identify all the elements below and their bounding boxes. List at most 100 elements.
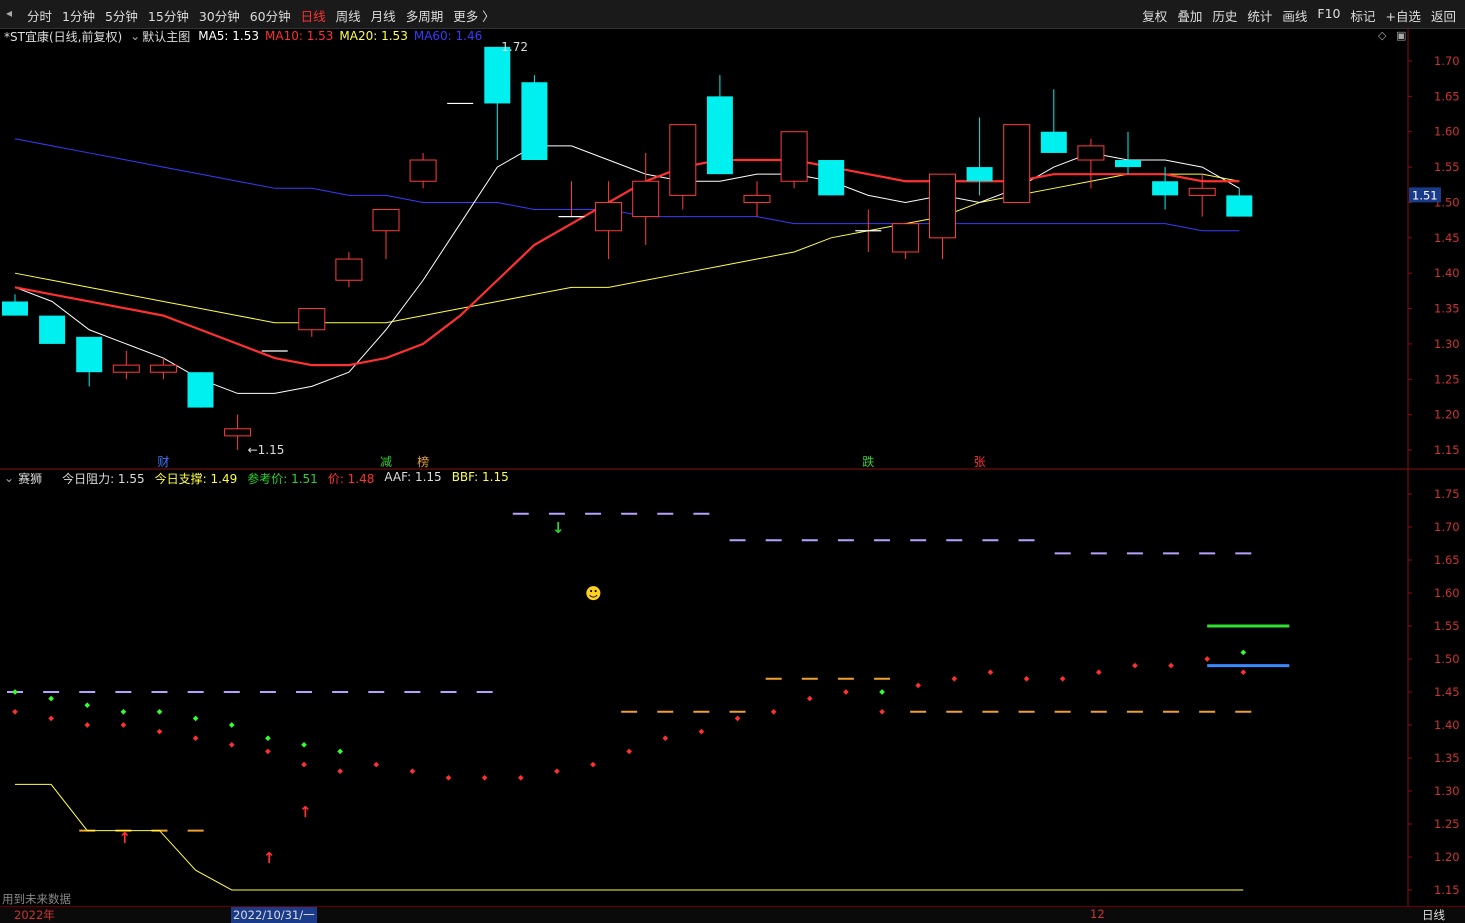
- indicator-chevron-icon[interactable]: ⌄: [4, 471, 14, 485]
- period-tab[interactable]: 分时: [22, 6, 57, 25]
- candle-body: [484, 46, 511, 104]
- y-tick-label: 1.25: [1434, 817, 1460, 831]
- ma10-line: [14, 158, 1240, 367]
- candle-body: [1040, 131, 1067, 153]
- period-tab[interactable]: 5分钟: [100, 6, 143, 25]
- diamond-icon[interactable]: ◇: [1378, 29, 1386, 42]
- tool-button[interactable]: 历史: [1207, 6, 1242, 25]
- y-tick-label: 1.65: [1434, 89, 1460, 103]
- red-dot: [120, 722, 127, 728]
- candle-body: [891, 223, 919, 253]
- period-tab[interactable]: 15分钟: [143, 6, 194, 25]
- candle-body: [1077, 145, 1105, 161]
- red-dot: [84, 722, 91, 728]
- candle-body: [1226, 195, 1253, 217]
- date-label-year: 2022年: [14, 908, 55, 922]
- y-tick-label: 1.65: [1434, 553, 1460, 567]
- red-dot: [806, 695, 813, 702]
- y-tick-label: 1.55: [1434, 619, 1460, 633]
- tool-button[interactable]: 复权: [1137, 6, 1172, 25]
- red-dot: [1204, 656, 1211, 662]
- tool-button[interactable]: F10: [1312, 6, 1345, 25]
- red-dot: [48, 715, 54, 722]
- red-dot: [156, 728, 163, 735]
- current-price-label: 1.51: [1412, 188, 1438, 202]
- red-dot: [517, 774, 524, 781]
- period-tab[interactable]: 周线: [331, 6, 366, 25]
- y-tick-label: 1.25: [1434, 372, 1460, 386]
- green-dot: [12, 689, 18, 695]
- tool-button[interactable]: 统计: [1242, 6, 1277, 25]
- red-dot: [301, 761, 307, 768]
- period-tab[interactable]: 1分钟: [57, 6, 100, 25]
- y-tick-label: 1.30: [1434, 337, 1460, 351]
- indicator-value: 今日支撑: 1.49: [154, 471, 238, 486]
- tool-button[interactable]: 叠加: [1172, 6, 1207, 25]
- tool-button[interactable]: +自选: [1381, 6, 1426, 25]
- kline-chart: 1.70 1.65 1.60 1.55 1.50 1.45 1.40 1.35 1.30 1.25…: [0, 28, 1465, 906]
- red-dot: [12, 708, 18, 715]
- event-tag: 减: [380, 455, 392, 469]
- y-tick-label: 1.35: [1434, 751, 1460, 765]
- green-dot: [879, 689, 885, 695]
- indicator-name[interactable]: 赛狮: [18, 470, 42, 487]
- green-dot: [120, 708, 127, 715]
- template-chevron-icon[interactable]: ⌄: [130, 29, 140, 43]
- green-dot: [337, 748, 343, 755]
- ma60-line: [14, 138, 1240, 232]
- low-label: ←1.15: [248, 443, 285, 457]
- y-tick-label: 1.15: [1434, 883, 1460, 897]
- y-tick-label: 1.20: [1434, 850, 1460, 864]
- candle-body: [780, 131, 808, 182]
- candle-body: [706, 96, 733, 175]
- y-tick-label: 1.70: [1434, 54, 1460, 68]
- period-tabs: 分时 1分钟 5分钟 15分钟 30分钟 60分钟 日线 周线 月线 多周期 更多 〉: [22, 6, 500, 25]
- period-tab[interactable]: 多周期: [401, 6, 449, 25]
- collapse-icon[interactable]: ▣: [1396, 29, 1406, 42]
- date-label-cursor: 2022/10/31/一: [231, 907, 317, 923]
- aaf-line: [15, 783, 594, 891]
- period-label: 日线: [1422, 908, 1445, 922]
- template-name[interactable]: 默认主图: [142, 28, 190, 45]
- right-tools: 复权 叠加 历史 统计 画线 F10 标记 +自选 返回: [1137, 6, 1461, 25]
- red-dot: [481, 774, 488, 781]
- candle-body: [224, 428, 252, 437]
- red-dot: [843, 689, 849, 695]
- event-tag: 榜: [417, 454, 429, 469]
- stock-title[interactable]: *ST宜康(日线,前复权): [4, 28, 122, 45]
- tool-button[interactable]: 返回: [1426, 6, 1461, 25]
- smiley-icon: ☻: [585, 584, 602, 603]
- period-tab[interactable]: 60分钟: [245, 6, 296, 25]
- y-tick-label: 1.45: [1434, 231, 1460, 245]
- green-dot: [1240, 649, 1247, 656]
- indicator-value: 价: 1.48: [327, 471, 375, 486]
- red-dot: [265, 748, 271, 755]
- tool-button[interactable]: 画线: [1277, 6, 1312, 25]
- candle-body: [2, 301, 28, 316]
- y-tick-label: 1.60: [1434, 125, 1460, 139]
- indicator-value: BBF: 1.15: [451, 469, 509, 484]
- y-tick-label: 1.60: [1434, 586, 1460, 600]
- y-tick-label: 1.30: [1434, 784, 1460, 798]
- red-dot: [770, 708, 777, 715]
- red-dot: [445, 774, 452, 781]
- candle-body: [1152, 181, 1179, 196]
- red-dot: [373, 761, 380, 768]
- period-tab[interactable]: 更多 〉: [448, 6, 499, 25]
- green-dot: [228, 722, 235, 728]
- red-dot: [1059, 675, 1066, 682]
- red-dot: [554, 768, 560, 775]
- period-tab[interactable]: 月线: [366, 6, 401, 25]
- event-tag: 跌: [862, 454, 874, 469]
- tool-button[interactable]: 标记: [1345, 6, 1380, 25]
- indicator-value: 今日阻力: 1.55: [62, 471, 145, 486]
- y-tick-label: 1.70: [1434, 520, 1460, 534]
- period-tab[interactable]: 30分钟: [194, 6, 245, 25]
- prev-arrow-icon[interactable]: ◂: [6, 6, 12, 20]
- candle-body: [149, 364, 177, 373]
- green-dot: [84, 702, 91, 709]
- sub-legend: ⌄ 赛狮 今日阻力: 1.55 今日支撑: 1.49 参考价: 1.51 价: 1.4…: [4, 470, 509, 486]
- red-dot: [915, 682, 921, 689]
- period-tab[interactable]: 日线: [296, 6, 331, 25]
- date-label-month: 12: [1090, 907, 1105, 921]
